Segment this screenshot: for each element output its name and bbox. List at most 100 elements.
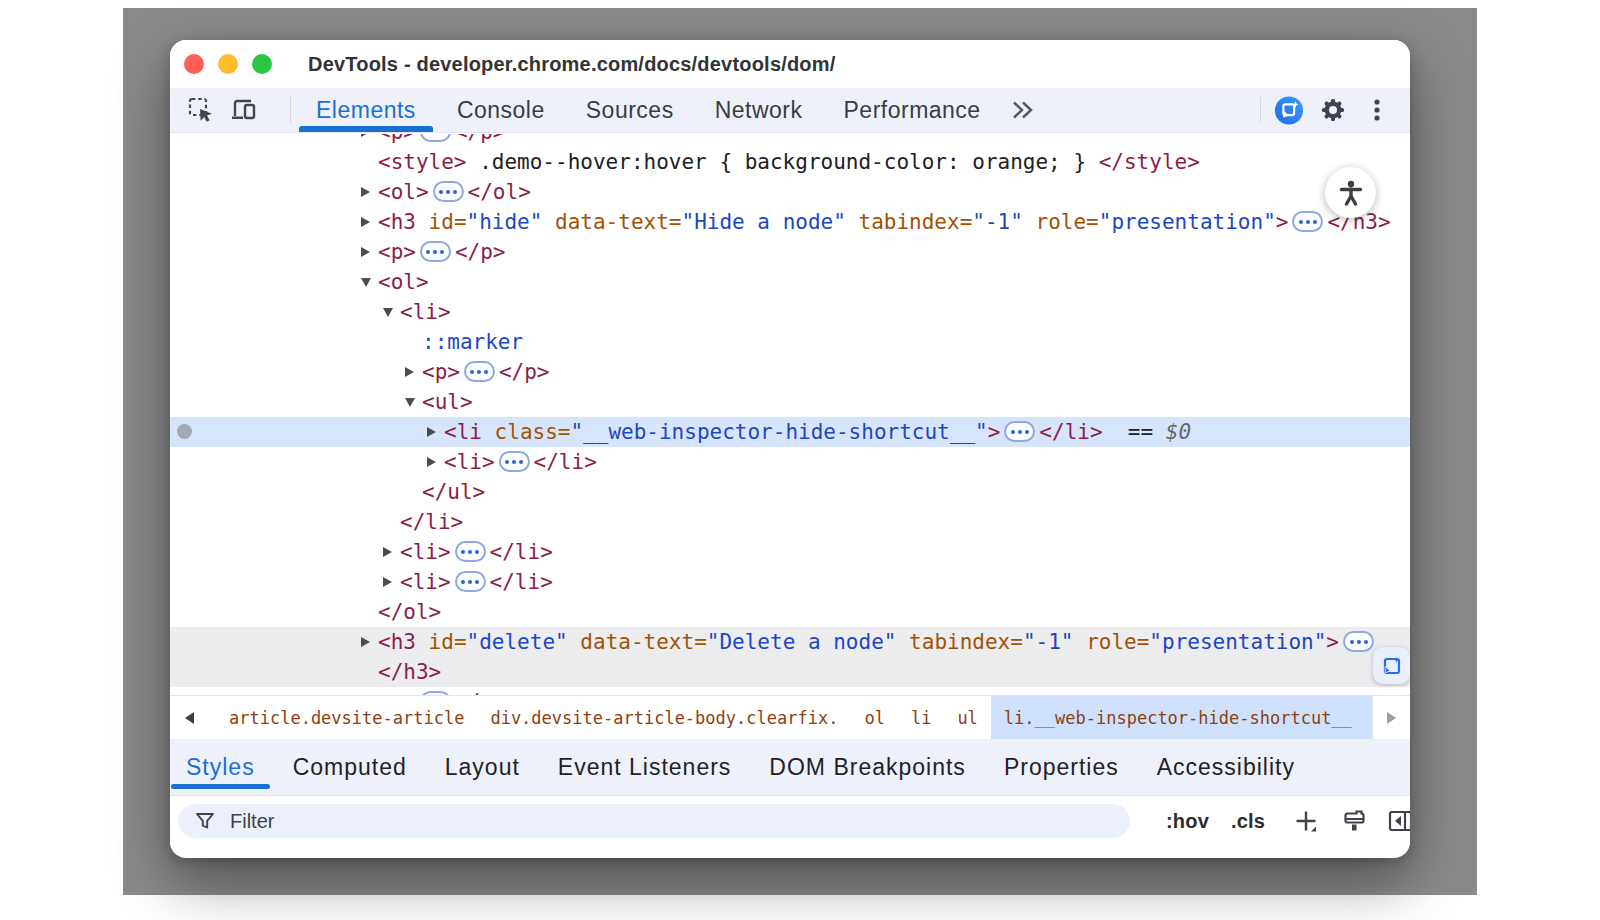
breadcrumb-item[interactable]: li bbox=[898, 696, 944, 739]
ellipsis-expand-button[interactable] bbox=[433, 181, 464, 202]
disclosure-collapsed-icon[interactable] bbox=[427, 427, 436, 437]
sidebar-tab-styles[interactable]: Styles bbox=[186, 739, 255, 795]
dom-tag-text: <style> bbox=[378, 150, 467, 174]
dom-tree-row[interactable]: <p></p> bbox=[170, 357, 1410, 387]
dom-tag-text: <li> bbox=[444, 450, 495, 474]
dom-text: == bbox=[1103, 420, 1166, 444]
breadcrumb-item[interactable]: article.devsite-article bbox=[216, 696, 477, 739]
dom-tree-row[interactable]: <li></li> bbox=[170, 567, 1410, 597]
device-toolbar-icon[interactable] bbox=[230, 95, 260, 125]
dom-tree-row[interactable]: <p></p> bbox=[170, 134, 1410, 147]
breadcrumb-item[interactable]: li.__web-inspector-hide-shortcut__ bbox=[991, 696, 1372, 739]
disclosure-collapsed-icon[interactable] bbox=[361, 217, 370, 227]
dom-tree-row[interactable]: </li> bbox=[170, 507, 1410, 537]
dom-tree-row[interactable]: <ol> bbox=[170, 267, 1410, 297]
toggle-sidebar-icon[interactable] bbox=[1387, 808, 1410, 834]
toggle-element-state-button[interactable]: :hov bbox=[1166, 810, 1209, 833]
breadcrumb-scroll-left-button[interactable] bbox=[170, 696, 208, 739]
inspect-cursor-icon[interactable] bbox=[186, 95, 216, 125]
more-tabs-button[interactable] bbox=[998, 100, 1048, 120]
dom-attr-value: "presentation" bbox=[1099, 210, 1276, 234]
ellipsis-expand-button[interactable] bbox=[499, 451, 530, 472]
filter-input[interactable] bbox=[228, 809, 1048, 834]
sidebar-tab-dom-breakpoints[interactable]: DOM Breakpoints bbox=[769, 739, 966, 795]
ai-assistance-icon[interactable] bbox=[1274, 95, 1304, 125]
element-classes-button[interactable]: .cls bbox=[1231, 810, 1265, 833]
dom-attr-name: tabindex= bbox=[909, 630, 1023, 654]
ellipsis-expand-button[interactable] bbox=[420, 134, 451, 142]
zoom-window-button[interactable] bbox=[252, 54, 272, 74]
dom-tree-row[interactable]: <li> bbox=[170, 297, 1410, 327]
sidebar-tab-computed[interactable]: Computed bbox=[293, 739, 407, 795]
sidebar-tab-accessibility[interactable]: Accessibility bbox=[1157, 739, 1295, 795]
dom-attr-value: "delete" bbox=[467, 630, 568, 654]
dom-attr-value: "Hide a node" bbox=[681, 210, 845, 234]
settings-gear-icon[interactable] bbox=[1318, 95, 1348, 125]
disclosure-collapsed-icon[interactable] bbox=[383, 577, 392, 587]
disclosure-collapsed-icon[interactable] bbox=[383, 547, 392, 557]
ellipsis-expand-button[interactable] bbox=[455, 571, 486, 592]
dom-tree-row[interactable]: </ul> bbox=[170, 477, 1410, 507]
close-window-button[interactable] bbox=[184, 54, 204, 74]
disclosure-collapsed-icon[interactable] bbox=[405, 367, 414, 377]
dom-tag-text: > bbox=[1326, 630, 1339, 654]
breadcrumb-item[interactable]: div.devsite-article-body.clearfix. bbox=[477, 696, 851, 739]
disclosure-collapsed-icon[interactable] bbox=[361, 187, 370, 197]
ellipsis-expand-button[interactable] bbox=[455, 541, 486, 562]
ai-assistance-fab[interactable] bbox=[1373, 647, 1410, 684]
dom-tree-row[interactable]: <li class="__web-inspector-hide-shortcut… bbox=[170, 417, 1410, 447]
dom-tag-text: </style> bbox=[1099, 150, 1200, 174]
tab-elements[interactable]: Elements bbox=[299, 88, 433, 132]
dom-tree-row[interactable]: <p></p> bbox=[170, 237, 1410, 267]
ellipsis-expand-button[interactable] bbox=[1004, 421, 1035, 442]
dom-tree-row[interactable]: ::marker bbox=[170, 327, 1410, 357]
dom-tag-text: > bbox=[988, 420, 1001, 444]
tab-performance[interactable]: Performance bbox=[827, 88, 998, 132]
tab-sources[interactable]: Sources bbox=[569, 88, 691, 132]
dom-tree-row[interactable]: <li></li> bbox=[170, 447, 1410, 477]
dom-tag-text: </li> bbox=[1039, 420, 1102, 444]
dom-tree-row[interactable]: </ol> bbox=[170, 597, 1410, 627]
disclosure-expanded-icon[interactable] bbox=[383, 308, 393, 317]
dom-attr-value: "hide" bbox=[467, 210, 543, 234]
dom-tag-text: <p> bbox=[378, 134, 416, 144]
disclosure-expanded-icon[interactable] bbox=[361, 278, 371, 287]
dom-tag-text: </ol> bbox=[468, 180, 531, 204]
dom-tree-row[interactable]: <ul> bbox=[170, 387, 1410, 417]
ellipsis-expand-button[interactable] bbox=[1343, 631, 1374, 652]
disclosure-collapsed-icon[interactable] bbox=[427, 457, 436, 467]
dom-tree-row[interactable]: <h3 id="hide" data-text="Hide a node" ta… bbox=[170, 207, 1410, 237]
new-style-rule-plus-icon[interactable] bbox=[1293, 808, 1319, 834]
dom-tree-row[interactable]: <p></p> bbox=[170, 687, 1410, 695]
disclosure-collapsed-icon[interactable] bbox=[361, 637, 370, 647]
rendering-brush-icon[interactable] bbox=[1341, 808, 1367, 834]
dom-attr-value: "Delete a node" bbox=[707, 630, 897, 654]
sidebar-tab-properties[interactable]: Properties bbox=[1004, 739, 1119, 795]
ellipsis-expand-button[interactable] bbox=[464, 361, 495, 382]
dom-tree-row[interactable]: <ol></ol> bbox=[170, 177, 1410, 207]
dom-tree-row[interactable]: <style> .demo--hover:hover { background-… bbox=[170, 147, 1410, 177]
tab-console[interactable]: Console bbox=[440, 88, 562, 132]
minimize-window-button[interactable] bbox=[218, 54, 238, 74]
styles-filter-bar: :hov .cls bbox=[170, 797, 1410, 845]
disclosure-collapsed-icon[interactable] bbox=[361, 134, 370, 137]
more-options-kebab-icon[interactable] bbox=[1362, 95, 1392, 125]
ellipsis-expand-button[interactable] bbox=[420, 241, 451, 262]
disclosure-expanded-icon[interactable] bbox=[405, 398, 415, 407]
dom-tree-row[interactable]: <li></li> bbox=[170, 537, 1410, 567]
breadcrumb-item[interactable]: ol bbox=[851, 696, 897, 739]
dom-tree-row[interactable]: </h3> bbox=[170, 657, 1410, 687]
dom-tree-row[interactable]: <h3 id="delete" data-text="Delete a node… bbox=[170, 627, 1410, 657]
sidebar-tab-strip: Styles Computed Layout Event Listeners DOM B… bbox=[170, 739, 1410, 796]
ellipsis-expand-button[interactable] bbox=[1292, 211, 1323, 232]
disclosure-collapsed-icon[interactable] bbox=[361, 247, 370, 257]
accessibility-overlay-button[interactable] bbox=[1325, 167, 1376, 218]
breadcrumb-item[interactable]: ul bbox=[944, 696, 990, 739]
filter-funnel-icon bbox=[194, 810, 216, 832]
sidebar-tab-event-listeners[interactable]: Event Listeners bbox=[558, 739, 732, 795]
tab-network[interactable]: Network bbox=[698, 88, 820, 132]
filter-field[interactable] bbox=[178, 804, 1130, 838]
toolbar-separator bbox=[290, 97, 291, 123]
sidebar-tab-layout[interactable]: Layout bbox=[445, 739, 520, 795]
breadcrumb-scroll-right-button[interactable] bbox=[1372, 696, 1410, 739]
